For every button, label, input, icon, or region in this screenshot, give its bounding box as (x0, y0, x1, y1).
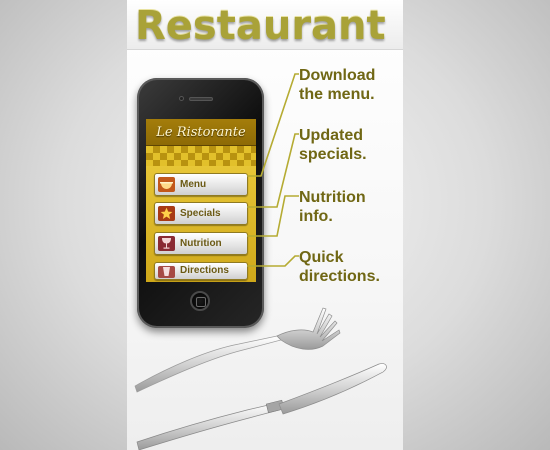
callout-nutrition-info: Nutrition info. (299, 189, 366, 225)
callout-updated-specials: Updated specials. (299, 127, 367, 163)
promo-panel: Restaurant Le Ristorante Menu Specials N… (127, 0, 403, 450)
callout-download-menu: Download the menu. (299, 67, 376, 103)
callout-quick-directions: Quick directions. (299, 249, 380, 285)
